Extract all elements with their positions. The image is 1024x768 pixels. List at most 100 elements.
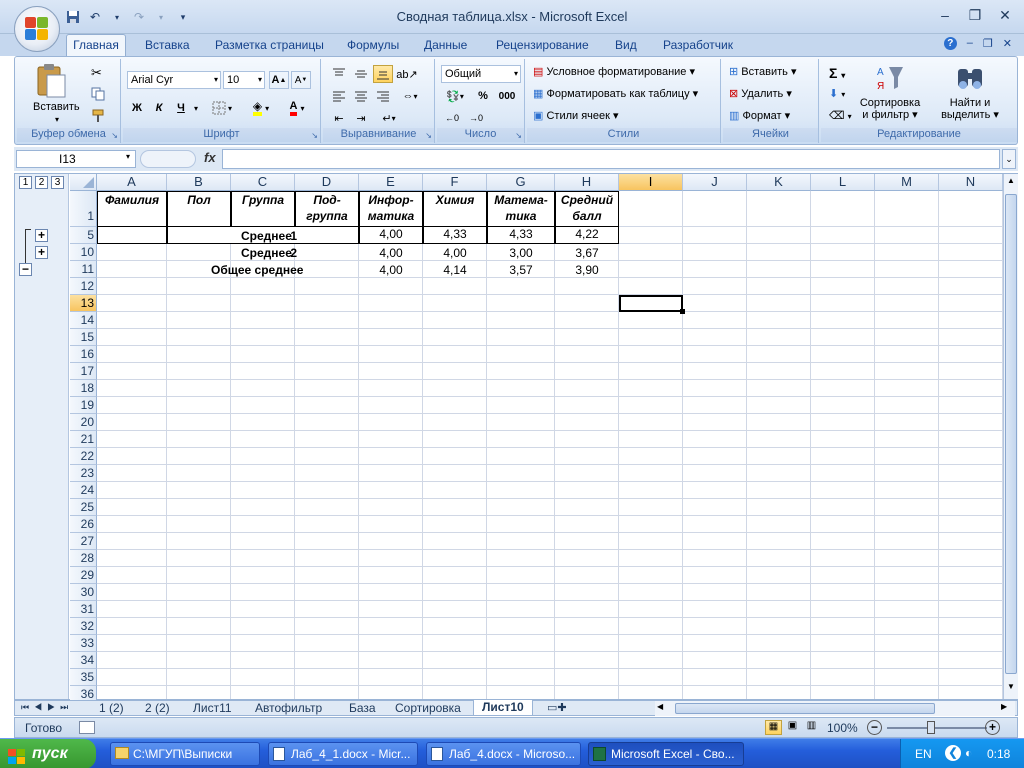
row-header-28[interactable]: 28 xyxy=(70,550,97,567)
copy-icon[interactable] xyxy=(91,87,105,101)
normal-view-icon[interactable]: ▦ xyxy=(765,720,782,735)
collapse-group-button[interactable]: − xyxy=(19,263,32,276)
tab-home[interactable]: Главная xyxy=(66,34,126,56)
formula-bar-splitter[interactable] xyxy=(140,150,196,168)
align-top-button[interactable] xyxy=(329,65,349,83)
decrease-indent-button[interactable]: ⇤ xyxy=(329,109,349,127)
bold-button[interactable]: Ж xyxy=(127,99,147,117)
column-header-g[interactable]: G xyxy=(487,174,555,191)
vertical-scroll-thumb[interactable] xyxy=(1005,194,1017,674)
row-header-30[interactable]: 30 xyxy=(70,584,97,601)
active-cell[interactable] xyxy=(619,295,683,312)
sheet-tab-1-2[interactable]: 1 (2) xyxy=(99,701,124,716)
scroll-up-icon[interactable]: ▲ xyxy=(1005,176,1017,190)
increase-decimal-button[interactable]: ←0 xyxy=(441,109,463,127)
font-color-button[interactable]: A ▾ xyxy=(281,99,313,117)
autosum-button[interactable]: Σ ▾ xyxy=(829,65,845,81)
zoom-in-icon[interactable]: + xyxy=(985,720,1000,735)
row-5-math[interactable]: 4,33 xyxy=(487,227,555,244)
row-header-15[interactable]: 15 xyxy=(70,329,97,346)
wrap-text-button[interactable]: ↵ ▾ xyxy=(375,109,403,127)
volume-icon[interactable]: ◐ xyxy=(965,746,972,760)
row-header-23[interactable]: 23 xyxy=(70,465,97,482)
fill-button[interactable]: ⬇ ▾ xyxy=(829,87,845,100)
row-header-20[interactable]: 20 xyxy=(70,414,97,431)
paste-button[interactable]: Вставить xyxy=(33,101,80,113)
number-launcher-icon[interactable]: ↘ xyxy=(515,131,522,140)
row-header-25[interactable]: 25 xyxy=(70,499,97,516)
expand-group-2-button[interactable]: + xyxy=(35,246,48,259)
delete-cells-button[interactable]: ⊠ Удалить ▾ xyxy=(729,87,792,100)
fill-handle[interactable] xyxy=(680,309,685,314)
sort-filter-icon[interactable]: AЯ xyxy=(875,63,905,93)
table-row-5-cell-a[interactable] xyxy=(97,227,167,244)
column-header-h[interactable]: H xyxy=(555,174,619,191)
row-10-informatics[interactable]: 4,00 xyxy=(359,246,423,260)
binoculars-icon[interactable] xyxy=(955,63,985,93)
cut-icon[interactable]: ✂ xyxy=(91,65,102,81)
header-cell-chemistry[interactable]: Химия xyxy=(423,191,487,227)
row-header-17[interactable]: 17 xyxy=(70,363,97,380)
row-10-average[interactable]: 3,67 xyxy=(555,246,619,260)
taskbar-item-excel[interactable]: Microsoft Excel - Сво... xyxy=(588,742,744,766)
row-11-informatics[interactable]: 4,00 xyxy=(359,263,423,277)
header-cell-gender[interactable]: Пол xyxy=(167,191,231,227)
column-header-n[interactable]: N xyxy=(939,174,1003,191)
header-cell-informatics[interactable]: Инфор-матика xyxy=(359,191,423,227)
column-header-c[interactable]: C xyxy=(231,174,295,191)
italic-button[interactable]: К xyxy=(149,99,169,117)
row-header-19[interactable]: 19 xyxy=(70,397,97,414)
header-cell-math[interactable]: Матема-тика xyxy=(487,191,555,227)
name-box[interactable]: I13 xyxy=(16,150,136,168)
outline-level-1-button[interactable]: 1 xyxy=(19,176,32,189)
start-button[interactable]: пуск xyxy=(0,739,96,768)
font-name-select[interactable]: Arial Cyr ▾ xyxy=(127,71,221,89)
sheet-tab-base[interactable]: База xyxy=(349,701,376,716)
insert-sheet-icon[interactable]: ▭✚ xyxy=(547,701,567,716)
format-cells-button[interactable]: ▥ Формат ▾ xyxy=(729,109,790,122)
name-box-dropdown-icon[interactable]: ▾ xyxy=(126,152,130,161)
format-as-table-button[interactable]: ▦ Форматировать как таблицу ▾ xyxy=(533,87,698,100)
row-10-math[interactable]: 3,00 xyxy=(487,246,555,260)
clipboard-launcher-icon[interactable]: ↘ xyxy=(111,131,118,140)
row-header-22[interactable]: 22 xyxy=(70,448,97,465)
orientation-button[interactable]: ab↗ xyxy=(396,65,417,83)
zoom-out-icon[interactable]: − xyxy=(867,720,882,735)
zoom-slider-thumb[interactable] xyxy=(927,721,935,734)
row-5-average[interactable]: 4,22 xyxy=(555,227,619,244)
header-cell-lastname[interactable]: Фамилия xyxy=(97,191,167,227)
header-cell-subgroup[interactable]: Под-группа xyxy=(295,191,359,227)
language-indicator[interactable]: EN xyxy=(915,747,932,761)
tab-data[interactable]: Данные xyxy=(424,38,467,52)
number-format-select[interactable]: Общий ▾ xyxy=(441,65,521,83)
row-10-chemistry[interactable]: 4,00 xyxy=(423,246,487,260)
column-header-l[interactable]: L xyxy=(811,174,875,191)
insert-function-button[interactable]: fx xyxy=(204,150,216,165)
horizontal-scrollbar[interactable]: ◀ ▶ xyxy=(655,701,1015,716)
column-header-e[interactable]: E xyxy=(359,174,423,191)
sheet-tab-list11[interactable]: Лист11 xyxy=(193,701,232,716)
tab-review[interactable]: Рецензирование xyxy=(496,38,589,52)
row-header-5[interactable]: 5 xyxy=(70,227,97,244)
row-header-32[interactable]: 32 xyxy=(70,618,97,635)
conditional-formatting-button[interactable]: ▤ Условное форматирование ▾ xyxy=(533,65,695,78)
merge-center-button[interactable]: ⇔ ▾ xyxy=(397,87,423,105)
doc-minimize-button[interactable]: – xyxy=(967,37,973,50)
row-header-33[interactable]: 33 xyxy=(70,635,97,652)
row-header-14[interactable]: 14 xyxy=(70,312,97,329)
increase-indent-button[interactable]: ⇥ xyxy=(351,109,371,127)
sort-filter-button[interactable]: Сортировка и фильтр ▾ xyxy=(857,97,923,121)
row-5-chemistry[interactable]: 4,33 xyxy=(423,227,487,244)
insert-cells-button[interactable]: ⊞ Вставить ▾ xyxy=(729,65,797,78)
row-header-11[interactable]: 11 xyxy=(70,261,97,278)
row-5-informatics[interactable]: 4,00 xyxy=(359,227,423,244)
row-header-34[interactable]: 34 xyxy=(70,652,97,669)
paste-icon[interactable] xyxy=(35,63,67,99)
row-header-16[interactable]: 16 xyxy=(70,346,97,363)
column-header-i[interactable]: I xyxy=(619,174,683,191)
thousands-button[interactable]: 000 xyxy=(495,87,519,105)
column-header-m[interactable]: M xyxy=(875,174,939,191)
row-header-21[interactable]: 21 xyxy=(70,431,97,448)
outline-level-3-button[interactable]: 3 xyxy=(51,176,64,189)
scroll-right-icon[interactable]: ▶ xyxy=(1001,702,1007,711)
